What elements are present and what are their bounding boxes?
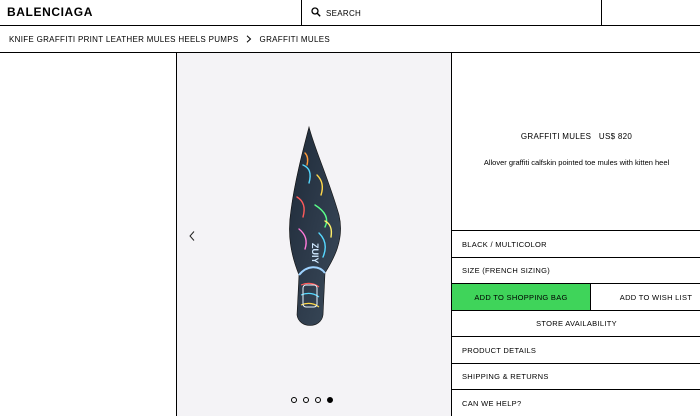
site-header: BALENCIAGA SEARCH (0, 0, 700, 26)
store-availability-button[interactable]: STORE AVAILABILITY (452, 311, 700, 337)
add-to-wishlist-button[interactable]: ADD TO WISH LIST (590, 284, 700, 310)
gallery-dot[interactable] (303, 397, 309, 403)
help-toggle[interactable]: CAN WE HELP? (452, 390, 700, 416)
product-details-toggle[interactable]: PRODUCT DETAILS (452, 337, 700, 364)
left-spacer (0, 53, 177, 416)
product-title: GRAFFITI MULES US$ 820 (452, 132, 700, 141)
gallery-dot[interactable] (315, 397, 321, 403)
color-selector[interactable]: BLACK / MULTICOLOR (452, 231, 700, 258)
product-description: Allover graffiti calfskin pointed toe mu… (483, 158, 670, 167)
breadcrumb: KNIFE GRAFFITI PRINT LEATHER MULES HEELS… (0, 26, 700, 53)
help-label: CAN WE HELP? (462, 398, 522, 408)
add-to-bag-button[interactable]: ADD TO SHOPPING BAG (452, 284, 590, 310)
shipping-returns-toggle[interactable]: SHIPPING & RETURNS (452, 364, 700, 390)
size-selector[interactable]: SIZE (FRENCH SIZING) (452, 258, 700, 284)
product-info-panel: GRAFFITI MULES US$ 820 Allover graffiti … (451, 53, 700, 416)
search-input[interactable]: SEARCH (326, 9, 361, 18)
svg-text:ZUIY: ZUIY (310, 243, 320, 264)
chevron-left-icon[interactable] (188, 229, 196, 247)
size-label: SIZE (FRENCH SIZING) (462, 266, 551, 275)
chevron-right-icon (246, 35, 252, 43)
product-image: ZUIY (289, 125, 341, 326)
store-availability-label: STORE AVAILABILITY (536, 319, 617, 328)
product-image-gallery: ZUIY (177, 53, 451, 416)
color-label: BLACK / MULTICOLOR (462, 239, 547, 249)
search-bar[interactable]: SEARCH (301, 0, 602, 26)
gallery-dot-active[interactable] (327, 397, 333, 403)
breadcrumb-item-current[interactable]: GRAFFITI MULES (260, 35, 330, 44)
product-price: US$ 820 (598, 132, 633, 141)
search-icon[interactable] (311, 4, 321, 22)
breadcrumb-item-category[interactable]: KNIFE GRAFFITI PRINT LEATHER MULES HEELS… (9, 35, 239, 44)
brand-logo[interactable]: BALENCIAGA (7, 5, 93, 19)
product-header: GRAFFITI MULES US$ 820 Allover graffiti … (452, 53, 700, 231)
gallery-pagination (291, 397, 333, 403)
product-name: GRAFFITI MULES (520, 132, 592, 141)
gallery-dot[interactable] (291, 397, 297, 403)
purchase-actions: ADD TO SHOPPING BAG ADD TO WISH LIST (452, 284, 700, 311)
shipping-returns-label: SHIPPING & RETURNS (462, 372, 549, 381)
product-details-label: PRODUCT DETAILS (462, 345, 537, 355)
